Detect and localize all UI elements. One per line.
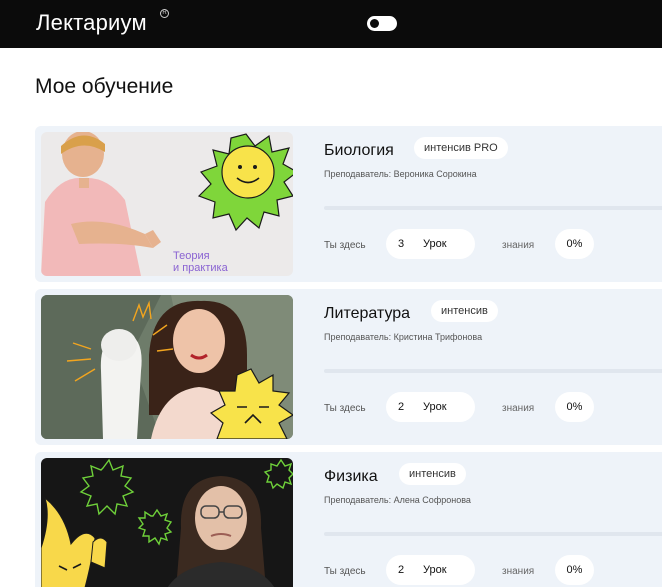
image-caption-line1: Теория [173, 250, 210, 262]
course-title[interactable]: Литература [324, 305, 410, 323]
logo[interactable]: Лектариум [36, 10, 147, 36]
lesson-label: Урок [423, 564, 447, 576]
current-lesson-pill[interactable]: 3 Урок [386, 229, 475, 259]
you-here-label: Ты здесь [324, 403, 366, 414]
theme-toggle[interactable] [367, 16, 397, 31]
toggle-knob [370, 19, 379, 28]
lesson-number: 2 [398, 401, 405, 413]
knowledge-label: знания [502, 403, 535, 414]
course-title[interactable]: Биология [324, 142, 394, 160]
top-bar: Лектариум R [0, 0, 662, 48]
course-type-badge: интенсив [431, 300, 498, 322]
teacher-name: Преподаватель: Кристина Трифонова [324, 332, 483, 342]
you-here-label: Ты здесь [324, 240, 366, 251]
you-here-label: Ты здесь [324, 566, 366, 577]
page-title: Мое обучение [35, 75, 174, 98]
physics-illustration [41, 458, 293, 587]
course-card-literature[interactable]: Литература интенсив Преподаватель: Крист… [35, 289, 662, 445]
knowledge-label: знания [502, 566, 535, 577]
teacher-name: Преподаватель: Алена Софронова [324, 495, 471, 505]
progress-bar [324, 369, 662, 373]
progress-bar [324, 532, 662, 536]
image-caption-line2: и практика [173, 262, 229, 274]
current-lesson-pill[interactable]: 2 Урок [386, 392, 475, 422]
knowledge-label: знания [502, 240, 535, 251]
course-type-badge: интенсив [399, 463, 466, 485]
biology-illustration: Теория и практика [41, 132, 293, 276]
lesson-number: 3 [398, 238, 405, 250]
knowledge-value: 0% [555, 229, 594, 259]
progress-bar [324, 206, 662, 210]
course-card-biology[interactable]: Теория и практика Биология интенсив PRO … [35, 126, 662, 282]
teacher-name: Преподаватель: Вероника Сорокина [324, 169, 477, 179]
lesson-label: Урок [423, 401, 447, 413]
course-image-biology[interactable]: Теория и практика [41, 132, 293, 276]
knowledge-value: 0% [555, 555, 594, 585]
lesson-label: Урок [423, 238, 447, 250]
literature-illustration [41, 295, 293, 439]
course-image-literature[interactable] [41, 295, 293, 439]
course-card-physics[interactable]: Физика интенсив Преподаватель: Алена Соф… [35, 452, 662, 587]
current-lesson-pill[interactable]: 2 Урок [386, 555, 475, 585]
course-image-physics[interactable] [41, 458, 293, 587]
course-type-badge: интенсив PRO [414, 137, 508, 159]
registered-mark: R [160, 9, 169, 18]
course-title[interactable]: Физика [324, 468, 378, 486]
lesson-number: 2 [398, 564, 405, 576]
sun-face-icon [221, 145, 275, 199]
knowledge-value: 0% [555, 392, 594, 422]
